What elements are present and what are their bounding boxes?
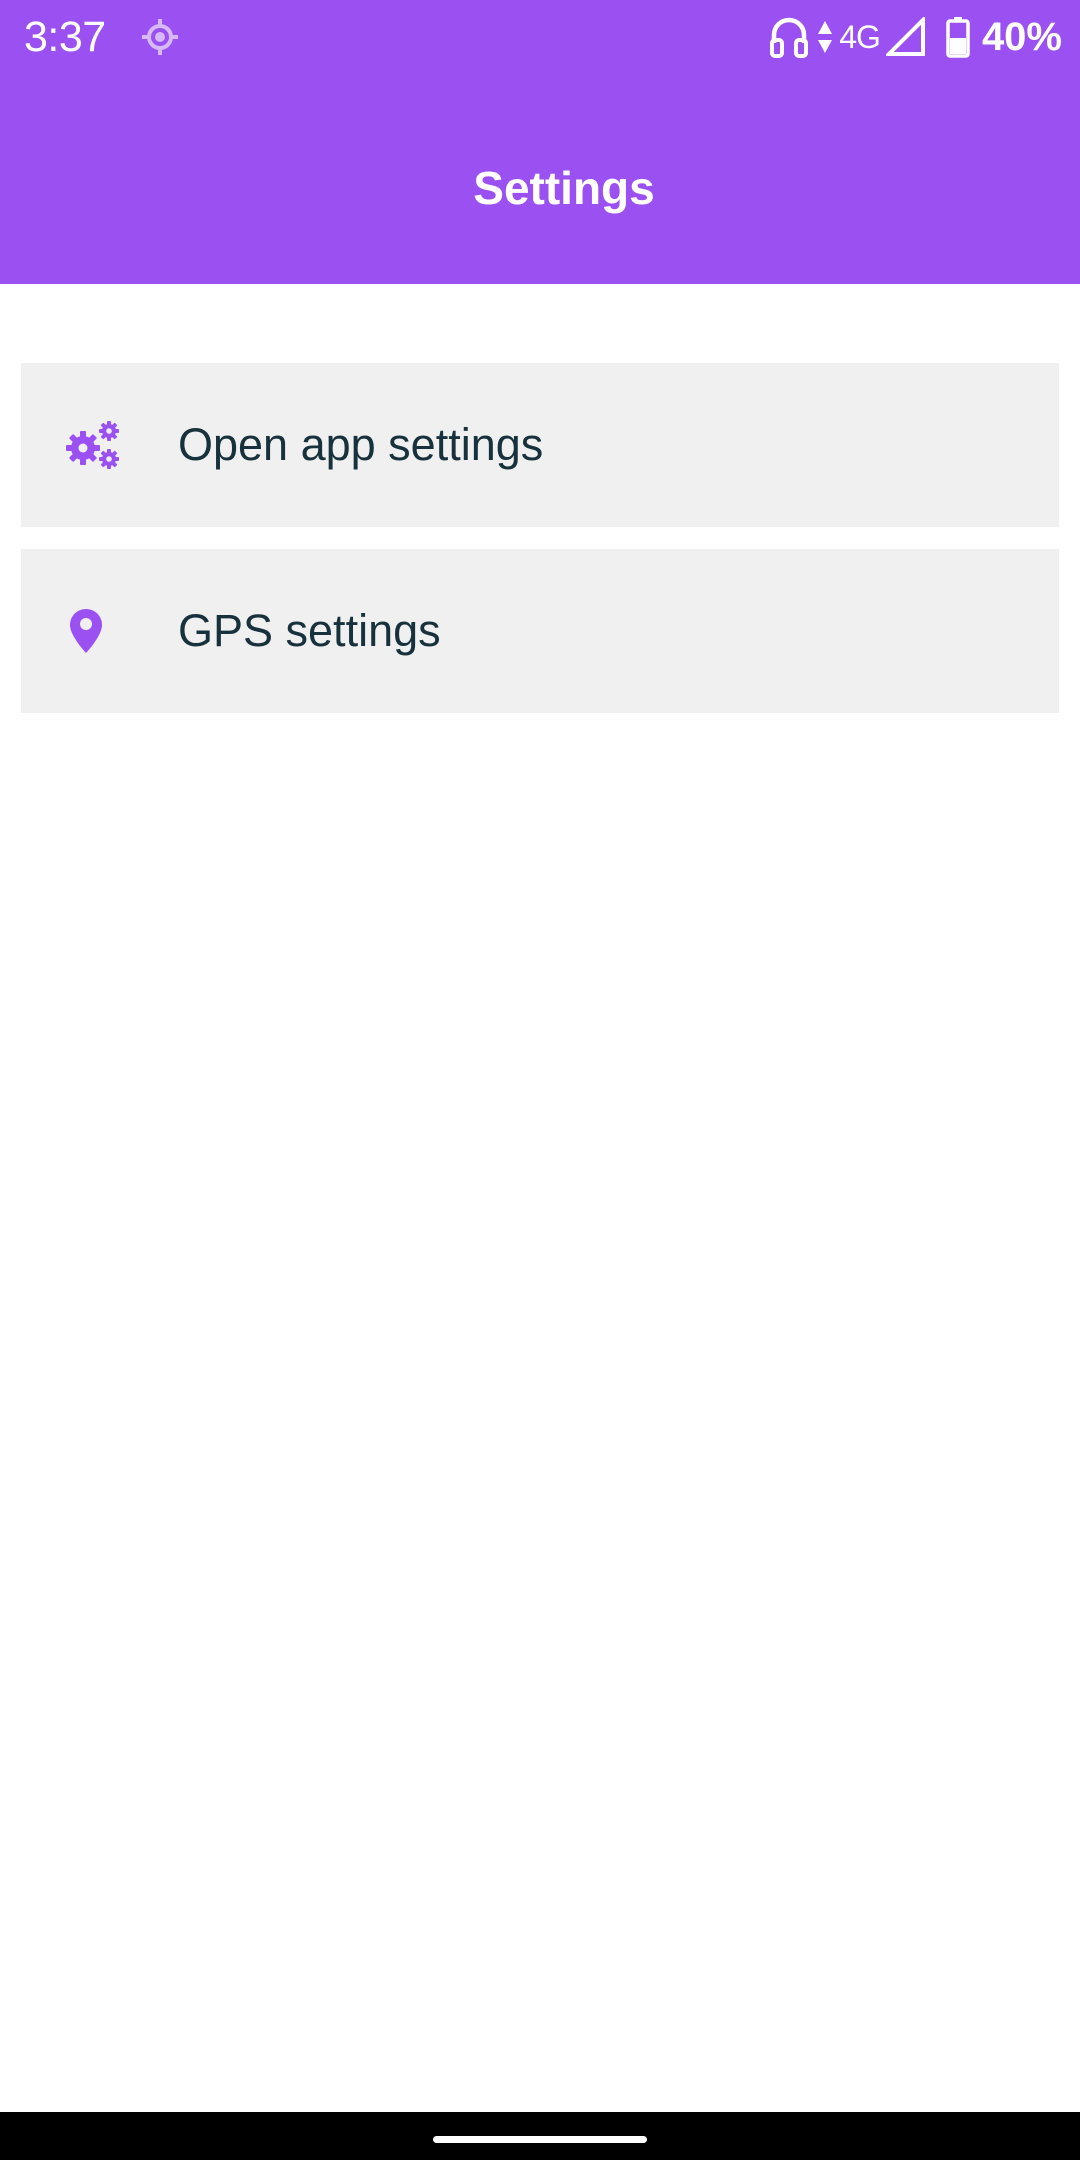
navigation-bar — [0, 2112, 1080, 2160]
location-icon — [140, 17, 180, 57]
headphones-icon — [769, 15, 809, 59]
signal-icon — [885, 17, 926, 57]
gps-settings-item[interactable]: GPS settings — [21, 549, 1059, 713]
home-handle[interactable] — [433, 2136, 647, 2143]
status-icons: 4G 40% — [769, 10, 1062, 64]
network-type: 4G — [839, 19, 881, 55]
app-bar: 3:37 4G 40% Settings — [0, 0, 1080, 284]
open-app-settings-label: Open app settings — [178, 419, 544, 470]
battery-icon — [946, 16, 970, 58]
data-activity-icon — [817, 17, 833, 57]
gps-settings-label: GPS settings — [178, 605, 441, 656]
location-pin-icon — [69, 608, 103, 654]
status-bar: 3:37 4G 40% — [0, 0, 1080, 74]
battery-percentage: 40% — [981, 15, 1062, 59]
gears-icon — [65, 420, 121, 470]
status-time: 3:37 — [24, 13, 106, 61]
settings-list: Open app settings GPS settings — [21, 363, 1059, 735]
page-title: Settings — [473, 162, 655, 214]
open-app-settings-item[interactable]: Open app settings — [21, 363, 1059, 527]
